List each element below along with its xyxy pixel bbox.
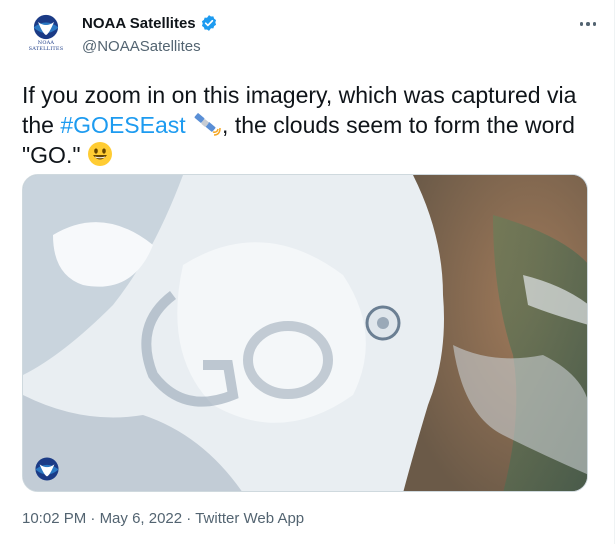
verified-badge-icon [201, 15, 216, 31]
tweet-media-image[interactable] [22, 174, 588, 492]
tweet-date[interactable]: May 6, 2022 [100, 510, 183, 527]
satellite-imagery [23, 175, 587, 491]
author-name-row: NOAA Satellites [82, 14, 218, 32]
tweet-meta: 10:02 PM · May 6, 2022 · Twitter Web App [22, 510, 304, 527]
tweet-source[interactable]: Twitter Web App [195, 510, 304, 527]
avatar-text-satellites: SATELLITES [28, 46, 64, 52]
author-display-name[interactable]: NOAA Satellites [82, 15, 196, 32]
avatar[interactable]: NOAA SATELLITES [22, 10, 70, 58]
tweet-time[interactable]: 10:02 PM [22, 510, 86, 527]
tweet-card: NOAA SATELLITES NOAA Satellites @NOAASat… [0, 0, 615, 544]
smiley-emoji-icon [87, 142, 112, 166]
meta-separator: · [90, 510, 96, 527]
author-handle[interactable]: @NOAASatellites [82, 38, 201, 55]
more-options-icon[interactable] [576, 12, 600, 36]
noaa-logo-icon [33, 14, 59, 40]
tweet-text: If you zoom in on this imagery, which wa… [22, 80, 602, 170]
meta-separator: · [186, 510, 192, 527]
noaa-logo-icon [35, 457, 59, 481]
satellite-emoji-icon [194, 113, 221, 136]
hashtag-link[interactable]: #GOESEast [60, 112, 185, 138]
